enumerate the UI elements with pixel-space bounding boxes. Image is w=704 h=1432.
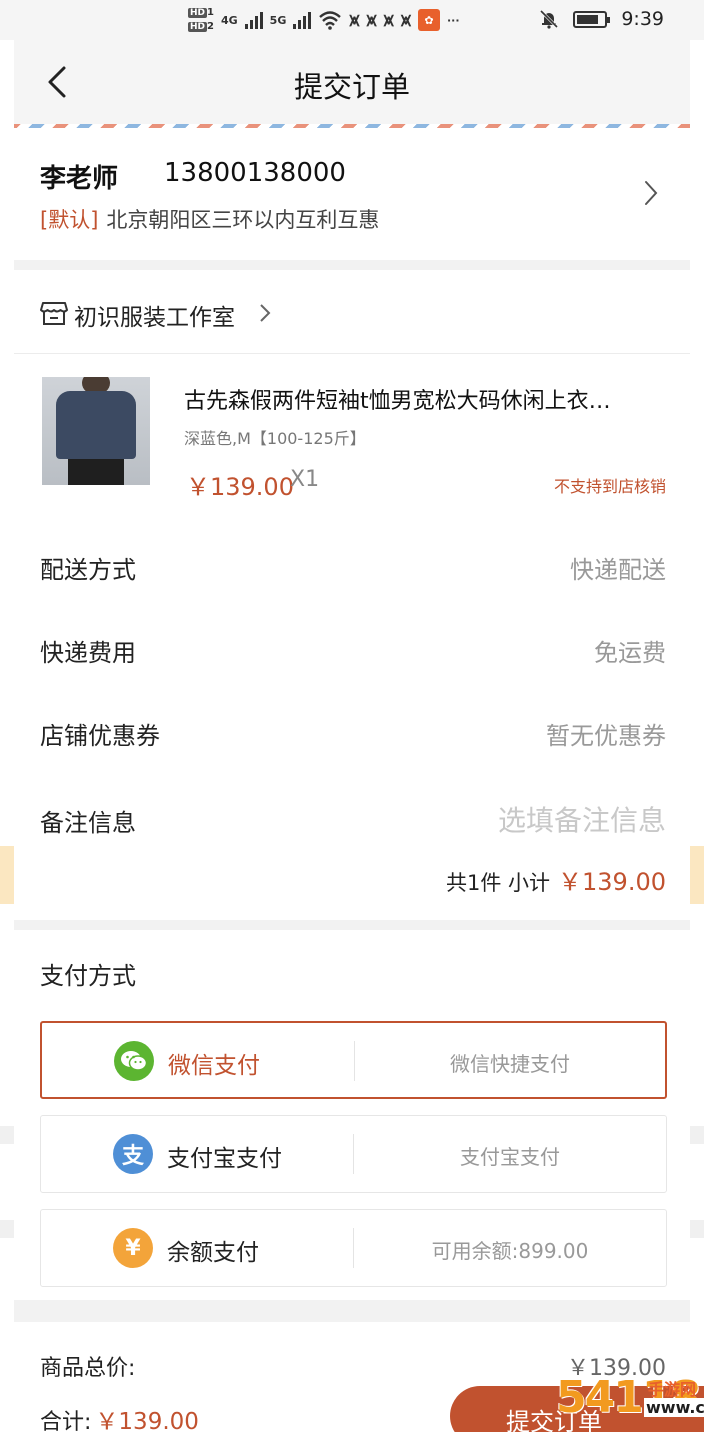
notification-icon-2: ⩙ — [366, 9, 377, 31]
payment-option-desc: 可用余额:899.00 — [431, 1239, 589, 1263]
store-coupon-row[interactable]: 店铺优惠券 暂无优惠券 — [14, 688, 690, 772]
product-quantity: X1 — [290, 467, 320, 492]
store-coupon-value: 暂无优惠券 — [546, 722, 666, 750]
subtotal-amount: ￥139.00 — [558, 868, 666, 896]
left-edge-strip — [0, 1126, 14, 1144]
right-edge-strip — [690, 1126, 704, 1144]
product-store-note: 不支持到店核销 — [553, 477, 666, 496]
status-bar: HD 1 HD 2 4G 5G ⩙ ⩙ ⩙ ⩙ ✿ ··· 9:39 — [0, 0, 704, 40]
nav-bar: 提交订单 — [14, 40, 690, 124]
hd-badge-1: HD — [188, 8, 208, 18]
hd-sub-1: 1 — [207, 7, 214, 18]
site-watermark: 54118 手游网 www.cn — [556, 1372, 704, 1432]
signal-icon-2 — [293, 11, 312, 29]
delivery-method-value: 快递配送 — [570, 556, 666, 584]
watermark-text-2: www.cn — [644, 1398, 704, 1417]
shop-header[interactable]: 初识服装工作室 — [14, 270, 690, 354]
order-sum: 合计: ￥139.00 — [40, 1402, 199, 1432]
payment-option-balance[interactable]: ¥ 余额支付 可用余额:899.00 — [40, 1209, 667, 1287]
recipient-phone: 13800138000 — [164, 158, 346, 188]
wifi-icon — [319, 11, 342, 30]
hd-indicators: HD 1 HD 2 — [188, 6, 214, 34]
section-divider — [14, 260, 690, 270]
payment-option-name: 支付宝支付 — [167, 1146, 282, 1172]
order-subtotal: 共1件 小计 ￥139.00 — [14, 856, 690, 916]
watermark-text-1: 手游网 — [648, 1380, 697, 1399]
battery-icon — [573, 10, 611, 28]
product-price: ￥139.00 — [186, 473, 294, 501]
shipping-address-card[interactable]: 李老师 13800138000 [默认] 北京朝阳区三环以内互利互惠 — [14, 128, 690, 260]
notification-icon-1: ⩙ — [349, 9, 360, 31]
store-icon — [40, 302, 68, 325]
payment-method-title: 支付方式 — [40, 962, 136, 990]
shipping-fee-value: 免运费 — [594, 639, 666, 667]
product-item: 古先森假两件短袖t恤男宽松大码休闲上衣… 深蓝色,M【100-125斤】 ￥13… — [14, 355, 690, 515]
page-title: 提交订单 — [293, 70, 410, 104]
address-line: [默认] 北京朝阳区三环以内互利互惠 — [40, 204, 379, 234]
payment-option-desc: 支付宝支付 — [460, 1145, 560, 1169]
delivery-method-row[interactable]: 配送方式 快递配送 — [14, 522, 690, 606]
store-coupon-label: 店铺优惠券 — [40, 722, 160, 750]
remark-label: 备注信息 — [40, 809, 136, 837]
payment-option-name: 微信支付 — [168, 1053, 260, 1079]
more-notifications-icon: ··· — [446, 13, 460, 27]
shop-name: 初识服装工作室 — [74, 305, 235, 331]
hd-sub-2: 2 — [207, 21, 214, 32]
network-4g-label: 4G — [220, 13, 238, 27]
product-spec: 深蓝色,M【100-125斤】 — [184, 429, 366, 448]
remark-input[interactable]: 选填备注信息 — [498, 799, 666, 839]
address-detail: 北京朝阳区三环以内互利互惠 — [106, 208, 380, 232]
chevron-right-icon — [645, 181, 658, 205]
shipping-fee-row: 快递费用 免运费 — [14, 605, 690, 689]
right-edge-tab — [690, 846, 704, 904]
hd-badge-2: HD — [188, 22, 208, 32]
delivery-method-label: 配送方式 — [40, 556, 136, 584]
app-notification-icon: ✿ — [417, 9, 440, 31]
signal-icon-1 — [244, 11, 263, 29]
chevron-right-icon — [260, 304, 271, 322]
payment-option-desc: 微信快捷支付 — [450, 1052, 570, 1076]
status-bar-left: HD 1 HD 2 4G 5G ⩙ ⩙ ⩙ ⩙ ✿ ··· — [188, 2, 460, 38]
left-edge-tab — [0, 846, 14, 904]
status-bar-right: 9:39 — [539, 0, 664, 38]
clock-time: 9:39 — [621, 8, 664, 30]
payment-option-alipay[interactable]: 支 支付宝支付 支付宝支付 — [40, 1115, 667, 1193]
order-sum-amount: ￥139.00 — [95, 1409, 199, 1432]
subtotal-label: 共1件 小计 — [445, 871, 551, 895]
network-5g-label: 5G — [269, 13, 287, 27]
payment-option-name: 余额支付 — [167, 1240, 259, 1266]
notification-icon-3: ⩙ — [383, 9, 394, 31]
mute-bell-icon — [540, 9, 559, 29]
product-title[interactable]: 古先森假两件短袖t恤男宽松大码休闲上衣… — [184, 383, 664, 415]
right-edge-strip — [690, 1220, 704, 1238]
remark-row[interactable]: 备注信息 选填备注信息 — [14, 775, 690, 859]
balance-icon: ¥ — [113, 1228, 153, 1268]
section-divider — [14, 1300, 690, 1322]
payment-option-wechat[interactable]: 微信支付 微信快捷支付 — [40, 1021, 667, 1099]
left-edge-strip — [0, 1220, 14, 1238]
alipay-icon: 支 — [113, 1134, 153, 1174]
recipient-name: 李老师 — [40, 164, 119, 194]
shipping-fee-label: 快递费用 — [40, 639, 136, 667]
section-divider — [14, 920, 690, 930]
wechat-icon — [114, 1041, 154, 1081]
subtotal-text: 共1件 小计 ￥139.00 — [446, 862, 666, 897]
default-tag: [默认] — [40, 208, 99, 232]
product-thumbnail[interactable] — [42, 377, 150, 485]
notification-icon-4: ⩙ — [400, 9, 411, 31]
goods-total-label: 商品总价: — [40, 1356, 136, 1380]
order-sum-label: 合计: — [40, 1410, 92, 1432]
